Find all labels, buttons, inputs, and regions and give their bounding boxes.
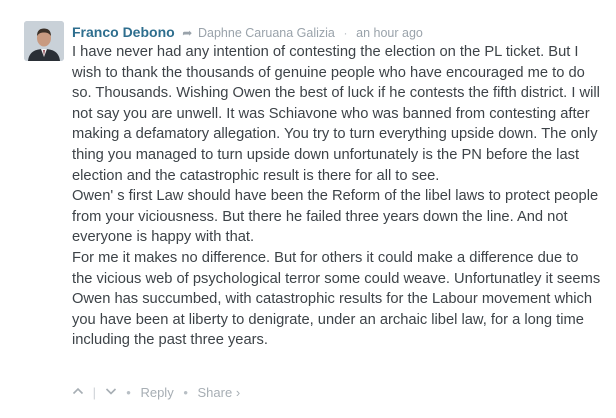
comment-header: Franco Debono ➦ Daphne Caruana Galizia ·… (72, 24, 423, 41)
avatar[interactable] (24, 21, 64, 61)
comment-paragraph: Owen' s first Law should have been the R… (72, 188, 599, 246)
header-separator: · (343, 26, 348, 40)
comment-paragraph: For me it makes no difference. But for o… (72, 249, 601, 349)
user-portrait-icon (24, 21, 64, 61)
comment-actions: | • Reply • Share › (72, 383, 240, 402)
action-dot: • (183, 384, 188, 400)
vote-divider: | (92, 384, 97, 400)
chevron-up-icon[interactable] (72, 384, 84, 402)
comment-timestamp[interactable]: an hour ago (356, 26, 423, 40)
reply-to-name[interactable]: Daphne Caruana Galizia (198, 26, 335, 40)
reply-button[interactable]: Reply (140, 384, 173, 402)
reply-arrow-icon: ➦ (182, 26, 193, 40)
comment-body: I have never had any intention of contes… (72, 42, 602, 351)
comment: Franco Debono ➦ Daphne Caruana Galizia ·… (0, 0, 616, 418)
action-dot: • (126, 384, 131, 400)
author-name[interactable]: Franco Debono (72, 24, 175, 40)
comment-paragraph: I have never had any intention of contes… (72, 44, 600, 184)
share-button[interactable]: Share › (198, 384, 241, 402)
chevron-down-icon[interactable] (105, 384, 117, 402)
